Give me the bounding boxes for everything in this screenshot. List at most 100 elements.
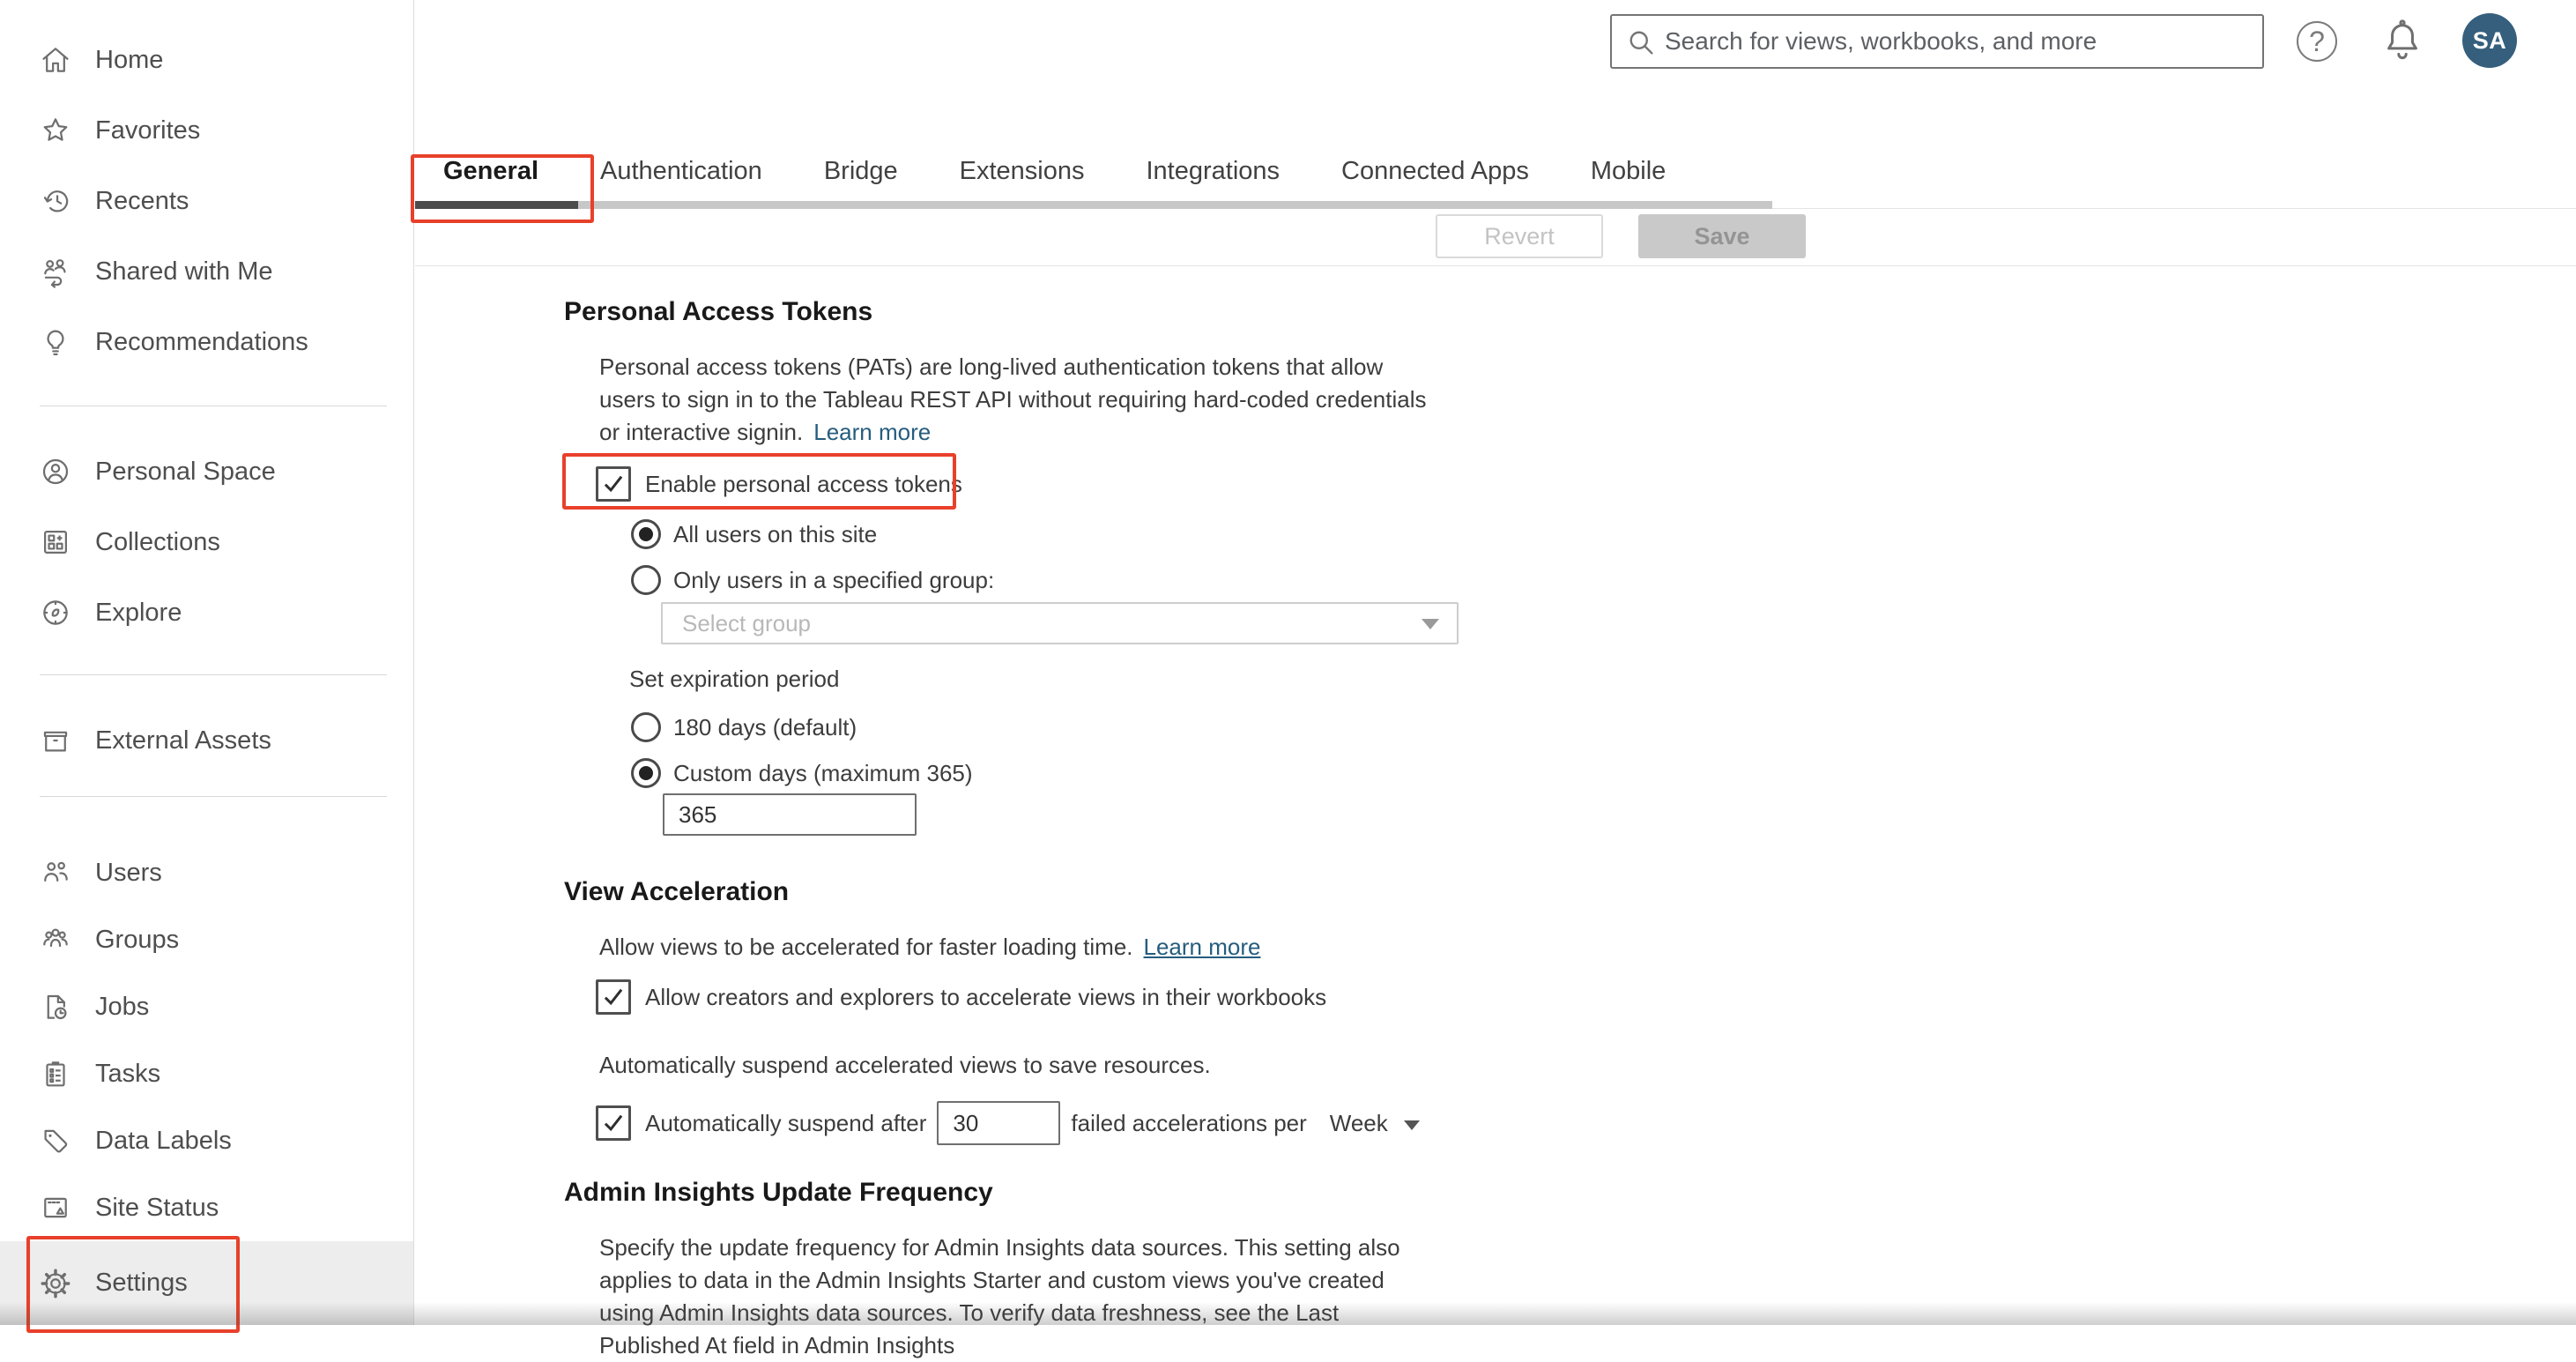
custom-days-input[interactable] <box>663 793 917 836</box>
sidebar-divider <box>40 674 387 675</box>
users-icon <box>44 861 68 882</box>
tab-connected-apps[interactable]: Connected Apps <box>1341 157 1529 186</box>
sidebar-item-label: External Assets <box>95 726 271 755</box>
help-icon[interactable]: ? <box>2297 21 2337 62</box>
tab-bridge[interactable]: Bridge <box>824 157 898 186</box>
sidebar-item-collections[interactable]: Collections <box>0 507 413 577</box>
custom-days-radio[interactable] <box>631 758 661 788</box>
star-icon <box>43 118 68 141</box>
custom-days-radio-row: Custom days (maximum 365) <box>631 756 1604 790</box>
sidebar-item-label: Recommendations <box>95 327 308 356</box>
auto-suspend-checkbox[interactable] <box>596 1105 631 1141</box>
period-select[interactable]: Week <box>1330 1110 1420 1137</box>
tab-extensions[interactable]: Extensions <box>960 157 1085 186</box>
archive-box-icon <box>43 731 68 752</box>
allow-acceleration-checkbox-row: Allow creators and explorers to accelera… <box>596 979 1604 1015</box>
tabs-scroll-track[interactable] <box>415 201 1772 209</box>
tag-icon <box>44 1129 68 1153</box>
sidebar-item-site-status[interactable]: Site Status <box>0 1174 413 1241</box>
search-input[interactable] <box>1663 16 2253 67</box>
sidebar-item-users[interactable]: Users <box>0 839 413 906</box>
gear-icon <box>41 1269 71 1298</box>
sidebar-item-external-assets[interactable]: External Assets <box>0 705 413 776</box>
tab-integrations[interactable]: Integrations <box>1147 157 1281 186</box>
compass-icon <box>43 600 68 625</box>
sidebar: Home Favorites Recents Shared with Me Re… <box>0 0 414 1325</box>
checkmark-icon <box>604 988 623 1006</box>
sidebar-item-label: Users <box>95 858 162 887</box>
chevron-down-icon <box>1403 1120 1420 1130</box>
sidebar-item-data-labels[interactable]: Data Labels <box>0 1107 413 1174</box>
clipboard-list-icon <box>46 1061 65 1087</box>
group-select[interactable]: Select group <box>661 602 1459 644</box>
sidebar-item-label: Shared with Me <box>95 257 273 286</box>
specified-group-label: Only users in a specified group: <box>673 566 995 593</box>
admin-insights-heading: Admin Insights Update Frequency <box>564 1178 993 1207</box>
tab-mobile[interactable]: Mobile <box>1591 157 1666 186</box>
suspend-count-input[interactable] <box>937 1101 1061 1145</box>
settings-content: Personal Access Tokens Personal access t… <box>564 296 1604 1362</box>
sidebar-item-favorites[interactable]: Favorites <box>0 95 413 166</box>
all-users-label: All users on this site <box>673 520 878 547</box>
specified-group-radio-row: Only users in a specified group: <box>631 563 1604 597</box>
enable-pat-label: Enable personal access tokens <box>645 470 962 497</box>
pat-description: Personal access tokens (PATs) are long-l… <box>599 354 1427 445</box>
sidebar-item-label: Favorites <box>95 115 201 145</box>
sidebar-item-home[interactable]: Home <box>0 25 413 95</box>
allow-acceleration-checkbox[interactable] <box>596 979 631 1015</box>
sidebar-item-label: Groups <box>95 925 180 954</box>
group-select-placeholder: Select group <box>682 609 811 636</box>
tab-authentication[interactable]: Authentication <box>600 157 762 186</box>
sidebar-item-groups[interactable]: Groups <box>0 906 413 973</box>
settings-tabs: General Authentication Bridge Extensions… <box>443 157 1666 186</box>
sidebar-item-label: Settings <box>95 1269 188 1297</box>
sidebar-item-label: Tasks <box>95 1059 161 1088</box>
revert-button[interactable]: Revert <box>1436 214 1603 258</box>
pat-heading: Personal Access Tokens <box>564 297 873 326</box>
history-icon <box>43 190 69 212</box>
specified-group-radio[interactable] <box>631 565 661 595</box>
sidebar-item-shared-with-me[interactable]: Shared with Me <box>0 236 413 307</box>
sidebar-item-label: Jobs <box>95 992 150 1021</box>
tab-general[interactable]: General <box>443 157 538 186</box>
all-users-radio[interactable] <box>631 519 661 549</box>
chevron-down-icon <box>1422 619 1439 629</box>
sidebar-item-explore[interactable]: Explore <box>0 577 413 648</box>
enable-pat-checkbox-row: Enable personal access tokens <box>596 466 1604 502</box>
180-days-radio-row: 180 days (default) <box>631 711 1604 744</box>
sidebar-item-label: Collections <box>95 527 220 556</box>
lightbulb-icon <box>47 330 64 356</box>
save-button[interactable]: Save <box>1638 214 1806 258</box>
180-days-label: 180 days (default) <box>673 713 857 741</box>
180-days-radio[interactable] <box>631 712 661 742</box>
view-acceleration-learn-more-link[interactable]: Learn more <box>1144 934 1261 960</box>
sidebar-item-recents[interactable]: Recents <box>0 166 413 236</box>
suspend-description: Automatically suspend accelerated views … <box>599 1052 1211 1078</box>
avatar[interactable]: SA <box>2462 13 2517 68</box>
sidebar-item-tasks[interactable]: Tasks <box>0 1040 413 1107</box>
sidebar-item-jobs[interactable]: Jobs <box>0 973 413 1040</box>
expiration-period-label: Set expiration period <box>629 666 840 692</box>
active-tab-underline <box>415 201 578 209</box>
custom-days-label: Custom days (maximum 365) <box>673 759 973 786</box>
checkmark-icon <box>604 1114 623 1132</box>
sidebar-item-label: Recents <box>95 186 189 215</box>
sidebar-item-recommendations[interactable]: Recommendations <box>0 307 413 377</box>
header-divider <box>415 265 2576 266</box>
sidebar-item-label: Home <box>95 45 164 74</box>
site-status-icon <box>44 1197 67 1218</box>
search-icon <box>1629 31 1653 55</box>
sidebar-item-personal-space[interactable]: Personal Space <box>0 436 413 507</box>
suspend-suffix-label: failed accelerations per <box>1071 1109 1307 1136</box>
auto-suspend-label: Automatically suspend after <box>645 1109 927 1136</box>
notifications-icon[interactable] <box>2378 16 2427 65</box>
home-icon <box>42 48 69 72</box>
enable-pat-checkbox[interactable] <box>596 466 631 502</box>
pat-learn-more-link[interactable]: Learn more <box>813 419 931 445</box>
sidebar-item-settings[interactable]: Settings <box>0 1241 413 1325</box>
all-users-radio-row: All users on this site <box>631 517 1604 551</box>
period-selected-value: Week <box>1329 1109 1388 1136</box>
sidebar-item-label: Site Status <box>95 1193 219 1222</box>
sidebar-item-label: Explore <box>95 598 182 627</box>
groups-icon <box>43 928 68 948</box>
